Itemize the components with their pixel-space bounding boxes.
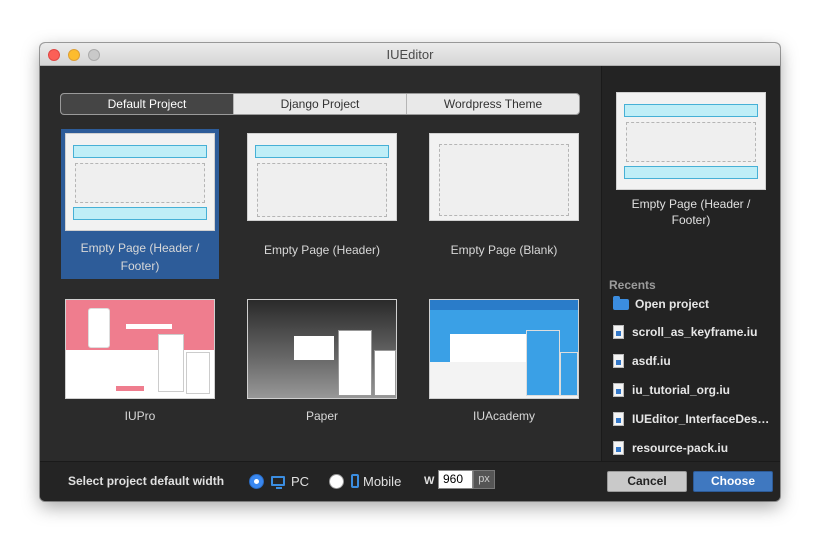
footer-block	[624, 166, 758, 179]
template-label: IUPro	[124, 409, 156, 423]
recent-file-item[interactable]: iu_tutorial_org.iu	[613, 380, 730, 400]
sidebar: Empty Page (Header / Footer) Recents Ope…	[601, 66, 780, 461]
pc-option-label[interactable]: PC	[291, 474, 309, 489]
template-paper[interactable]: Paper	[243, 295, 401, 435]
footer-block	[73, 207, 207, 220]
template-empty-blank[interactable]: Empty Page (Blank)	[425, 129, 583, 279]
default-width-label: Select project default width	[68, 474, 225, 488]
mobile-radio[interactable]	[329, 474, 344, 489]
recent-file-item[interactable]: IUEditor_InterfaceDes…	[613, 409, 769, 429]
template-thumbnail	[65, 133, 215, 231]
folder-icon	[613, 295, 629, 310]
template-thumbnail	[247, 299, 397, 399]
template-label: IUAcademy	[472, 409, 536, 423]
hero-text-image	[126, 324, 172, 329]
template-thumbnail	[247, 133, 397, 221]
open-project-label: Open project	[635, 297, 710, 311]
paper-logo-image	[294, 336, 334, 360]
phone-mockup-image	[88, 308, 110, 348]
nav-bar-image	[430, 300, 578, 310]
cancel-button[interactable]: Cancel	[607, 471, 687, 492]
mobile-option-label[interactable]: Mobile	[363, 474, 401, 489]
preview-thumbnail	[616, 92, 766, 190]
recent-file-item[interactable]: scroll_as_keyframe.iu	[613, 322, 757, 342]
recent-file-label: scroll_as_keyframe.iu	[632, 325, 758, 339]
body-block	[257, 163, 387, 217]
tab-default-project[interactable]: Default Project	[61, 94, 233, 114]
recent-file-item[interactable]: asdf.iu	[613, 351, 671, 371]
header-block	[255, 145, 389, 158]
mobile-mockup-image	[374, 350, 396, 396]
open-project-link[interactable]: Open project	[613, 294, 709, 314]
template-empty-header[interactable]: Empty Page (Header)	[243, 129, 401, 279]
recent-file-label: resource-pack.iu	[632, 441, 729, 455]
title-bar: IUEditor	[40, 43, 780, 66]
recent-file-label: iu_tutorial_org.iu	[632, 383, 731, 397]
mobile-icon	[351, 474, 359, 488]
header-block	[73, 145, 207, 158]
tablet-mockup-image	[338, 330, 372, 396]
template-iuacademy[interactable]: IUAcademy	[425, 295, 583, 435]
file-icon	[613, 441, 624, 455]
width-unit-label: px	[473, 470, 495, 489]
body-block	[439, 144, 569, 216]
template-area: Default Project Django Project Wordpress…	[40, 66, 601, 461]
body-block	[75, 163, 205, 203]
template-label: Paper	[305, 409, 339, 423]
template-thumbnail	[429, 299, 579, 399]
tab-django-project[interactable]: Django Project	[233, 94, 406, 114]
mobile-mockup-image	[560, 352, 578, 396]
window-title: IUEditor	[386, 47, 434, 62]
choose-button[interactable]: Choose	[693, 471, 773, 492]
template-iupro[interactable]: IUPro	[61, 295, 219, 435]
pc-radio[interactable]	[249, 474, 264, 489]
template-thumbnail	[65, 299, 215, 399]
template-empty-header-footer[interactable]: Empty Page (Header / Footer)	[61, 129, 219, 279]
pc-icon	[271, 476, 285, 489]
file-icon	[613, 354, 624, 368]
header-block	[624, 104, 758, 117]
ieditor-window: IUEditor Default Project Django Project …	[40, 43, 780, 501]
recents-title: Recents	[609, 278, 656, 292]
template-label: Empty Page (Header / Footer)	[80, 241, 200, 273]
template-label: Empty Page (Blank)	[450, 243, 558, 257]
file-icon	[613, 412, 624, 426]
template-label: Empty Page (Header)	[263, 243, 381, 257]
project-type-tabs: Default Project Django Project Wordpress…	[60, 93, 580, 115]
recent-file-label: IUEditor_InterfaceDes…	[632, 412, 770, 426]
preview-label: Empty Page (Header / Footer)	[631, 197, 751, 227]
features-text-image	[116, 386, 144, 391]
recent-file-label: asdf.iu	[632, 354, 671, 368]
tablet-mockup-image	[526, 330, 560, 396]
tab-wordpress-theme[interactable]: Wordpress Theme	[406, 94, 579, 114]
file-icon	[613, 325, 624, 339]
template-thumbnail	[429, 133, 579, 221]
body-block	[626, 122, 756, 162]
recent-file-item[interactable]: resource-pack.iu	[613, 438, 728, 458]
bottom-bar: Select project default width PC Mobile W…	[40, 461, 780, 501]
tablet-mockup-image	[158, 334, 184, 392]
mobile-mockup-image	[186, 352, 210, 394]
content-card-image	[450, 334, 526, 362]
width-input[interactable]: 960	[438, 470, 473, 489]
file-icon	[613, 383, 624, 397]
width-field-label: W	[424, 475, 435, 487]
